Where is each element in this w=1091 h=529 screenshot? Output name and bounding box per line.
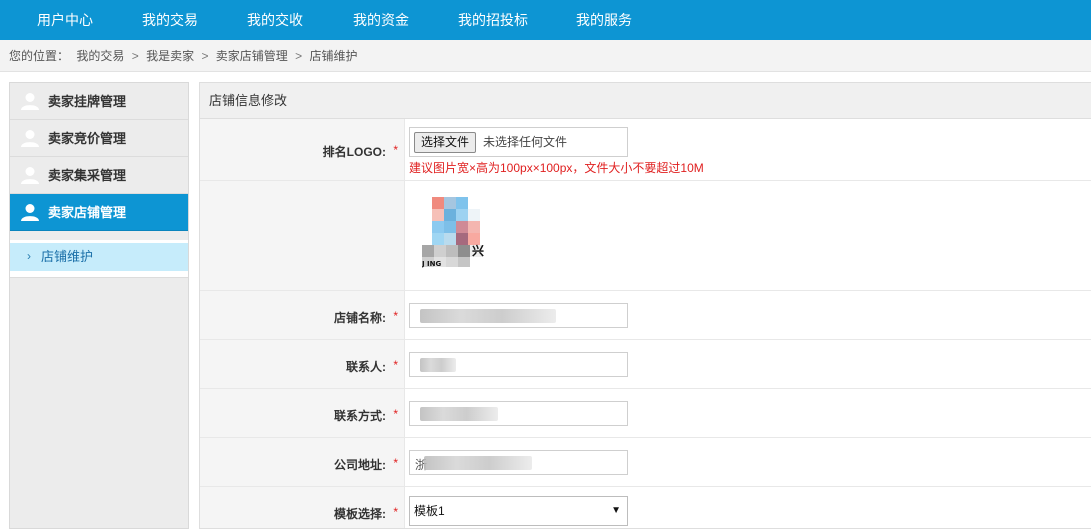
- user-icon: [21, 204, 39, 221]
- file-status-text: 未选择任何文件: [483, 135, 568, 149]
- required-mark: *: [393, 358, 398, 372]
- breadcrumb: 您的位置： 我的交易 > 我是卖家 > 卖家店铺管理 > 店铺维护: [9, 40, 362, 72]
- required-mark: *: [393, 143, 398, 157]
- panel-title: 店铺信息修改: [209, 93, 288, 108]
- company-address-row: 公司地址: * 浙: [200, 438, 1091, 487]
- svg-text:J ING: J ING: [422, 260, 442, 268]
- logo-label-cell: 排名LOGO: *: [200, 119, 405, 180]
- logo-row: 排名LOGO: * 选择文件 未选择任何文件 建议图片宽×高为100px×100…: [200, 119, 1091, 181]
- contact-method-row: 联系方式: *: [200, 389, 1091, 438]
- nav-my-funds[interactable]: 我的资金: [353, 0, 409, 40]
- template-row: 模板选择: * 模板1 ▼: [200, 487, 1091, 528]
- sidebar-item-listing[interactable]: 卖家挂牌管理: [10, 83, 188, 120]
- contact-person-input[interactable]: [409, 352, 628, 377]
- shop-name-row: 店铺名称: *: [200, 291, 1091, 340]
- sidebar-submenu: › 店铺维护: [10, 240, 188, 278]
- logo-label: 排名LOGO:: [322, 145, 386, 159]
- sidebar: 卖家挂牌管理 卖家竞价管理 卖家集采管理 卖家店铺管理 › 店铺维护: [9, 82, 189, 529]
- sidebar-item-auction[interactable]: 卖家竞价管理: [10, 120, 188, 157]
- nav-my-trade[interactable]: 我的交易: [142, 0, 198, 40]
- template-label: 模板选择:: [334, 507, 386, 521]
- template-selected-value: 模板1: [414, 504, 445, 518]
- company-address-label: 公司地址:: [334, 458, 386, 472]
- redacted-text: [420, 309, 556, 323]
- top-nav-bar: 用户中心 我的交易 我的交收 我的资金 我的招投标 我的服务: [0, 0, 1091, 40]
- breadcrumb-item-my-trade[interactable]: 我的交易: [76, 49, 124, 63]
- sidebar-item-label: 卖家集采管理: [48, 168, 127, 183]
- contact-person-label-cell: 联系人: *: [200, 340, 405, 388]
- nav-my-settlement[interactable]: 我的交收: [247, 0, 303, 40]
- redacted-text: [420, 358, 456, 372]
- chevron-right-icon: ›: [27, 249, 31, 263]
- breadcrumb-separator: >: [295, 49, 303, 63]
- company-address-input[interactable]: 浙: [409, 450, 628, 475]
- sidebar-item-label: 卖家挂牌管理: [48, 94, 127, 109]
- sidebar-subitem-shop-maintenance[interactable]: › 店铺维护: [10, 243, 188, 271]
- nav-my-service[interactable]: 我的服务: [576, 0, 632, 40]
- choose-file-button[interactable]: 选择文件: [414, 132, 477, 153]
- user-icon: [21, 93, 39, 110]
- nav-my-bidding[interactable]: 我的招投标: [458, 0, 528, 40]
- logo-preview-label-cell: [200, 181, 405, 290]
- sidebar-item-label: 卖家竞价管理: [48, 131, 127, 146]
- required-mark: *: [393, 309, 398, 323]
- shop-name-label-cell: 店铺名称: *: [200, 291, 405, 339]
- contact-method-label: 联系方式:: [334, 409, 386, 423]
- user-icon: [21, 130, 39, 147]
- sidebar-item-procurement[interactable]: 卖家集采管理: [10, 157, 188, 194]
- logo-preview-row: 兴 J ING: [200, 181, 1091, 291]
- contact-method-input[interactable]: [409, 401, 628, 426]
- dropdown-arrow-icon: ▼: [611, 505, 621, 516]
- shop-info-panel: 店铺信息修改 排名LOGO: * 选择文件 未选择任何文件 建议图片宽×高为10…: [199, 82, 1091, 529]
- sidebar-item-shop-management[interactable]: 卖家店铺管理: [10, 194, 188, 231]
- breadcrumb-item-current: 店铺维护: [309, 49, 358, 63]
- template-select[interactable]: 模板1 ▼: [409, 496, 628, 526]
- svg-text:兴: 兴: [472, 243, 484, 258]
- contact-method-label-cell: 联系方式: *: [200, 389, 405, 437]
- breadcrumb-separator: >: [201, 49, 209, 63]
- logo-size-hint: 建议图片宽×高为100px×100px，文件大小不要超过10M: [409, 161, 704, 175]
- redacted-text: [424, 456, 532, 470]
- nav-user-center[interactable]: 用户中心: [37, 0, 93, 40]
- sidebar-subitem-label: 店铺维护: [41, 249, 94, 264]
- sidebar-item-label: 卖家店铺管理: [48, 205, 127, 220]
- breadcrumb-separator: >: [131, 49, 139, 63]
- logo-file-input[interactable]: 选择文件 未选择任何文件: [409, 127, 628, 157]
- user-icon: [21, 167, 39, 184]
- logo-preview-image: 兴 J ING: [422, 197, 484, 268]
- required-mark: *: [393, 407, 398, 421]
- contact-person-label: 联系人:: [346, 360, 386, 374]
- shop-name-input[interactable]: [409, 303, 628, 328]
- required-mark: *: [393, 456, 398, 470]
- redacted-text: [420, 407, 498, 421]
- breadcrumb-item-seller[interactable]: 我是卖家: [146, 49, 194, 63]
- shop-name-label: 店铺名称:: [334, 311, 386, 325]
- template-label-cell: 模板选择: *: [200, 487, 405, 528]
- breadcrumb-bar: 您的位置： 我的交易 > 我是卖家 > 卖家店铺管理 > 店铺维护: [0, 40, 1091, 72]
- company-address-label-cell: 公司地址: *: [200, 438, 405, 486]
- contact-person-row: 联系人: *: [200, 340, 1091, 389]
- breadcrumb-item-shop-management[interactable]: 卖家店铺管理: [216, 49, 288, 63]
- panel-header: 店铺信息修改: [200, 83, 1091, 119]
- breadcrumb-prefix: 您的位置：: [9, 49, 70, 63]
- required-mark: *: [393, 505, 398, 519]
